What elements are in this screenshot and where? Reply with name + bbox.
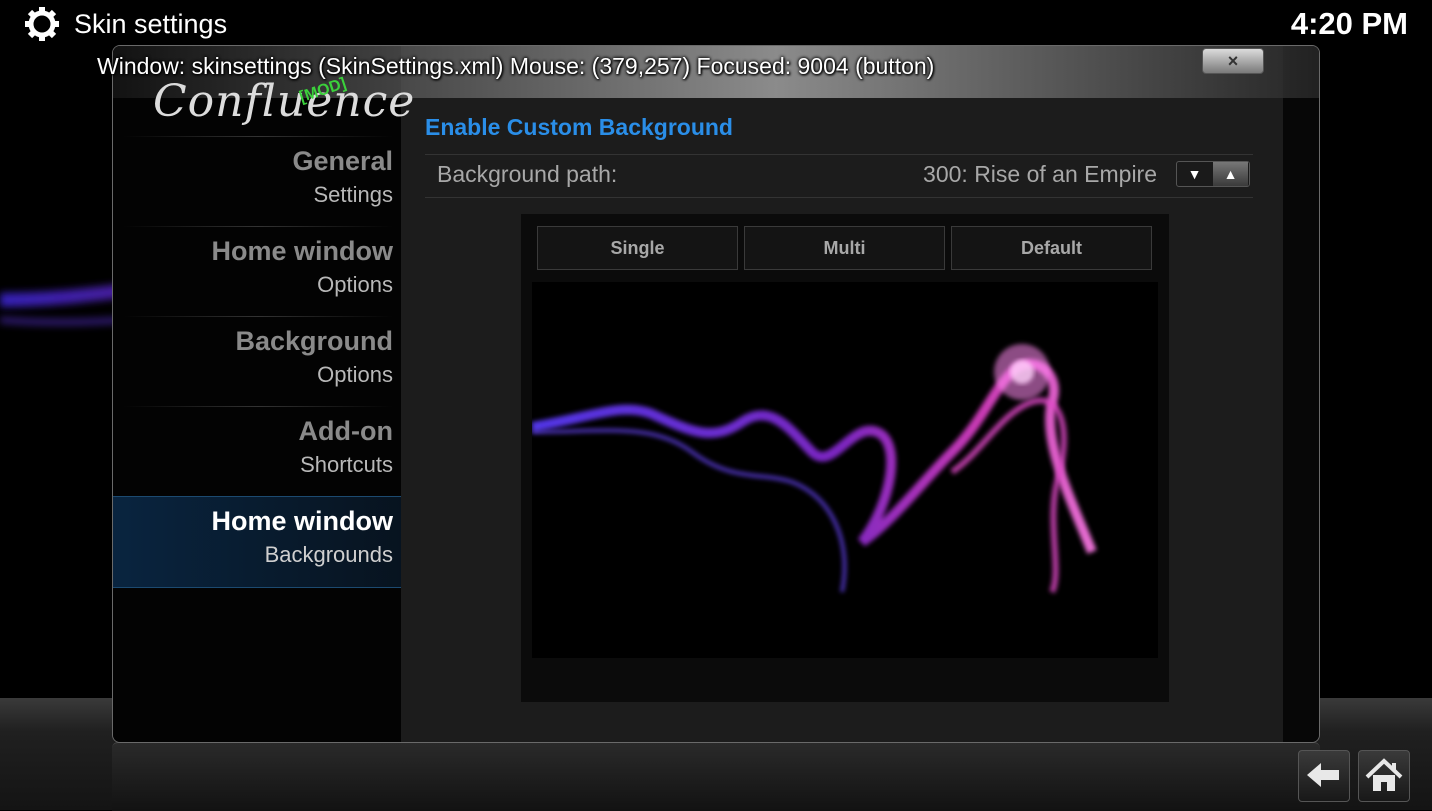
right-strip	[1283, 46, 1319, 742]
spin-up-icon[interactable]: ▲	[1213, 162, 1248, 186]
category-title: General	[292, 146, 393, 176]
header-title: Skin settings	[74, 9, 228, 39]
background-preview-image	[532, 282, 1158, 658]
category-subtitle: Backgrounds	[264, 542, 393, 567]
single-button[interactable]: Single	[537, 226, 738, 270]
category-subtitle: Options	[317, 272, 393, 297]
bottom-bar	[112, 742, 1320, 811]
category-title: Add-on	[298, 416, 393, 446]
background-path-spinner: ▼ ▲	[1176, 161, 1250, 187]
category-title: Home window	[211, 236, 394, 266]
debug-overlay-text: Window: skinsettings (SkinSettings.xml) …	[97, 53, 935, 79]
background-path-value: 300: Rise of an Empire	[923, 161, 1157, 187]
category-subtitle: Settings	[313, 182, 394, 207]
category-general-settings[interactable]: General Settings	[113, 136, 393, 226]
category-title: Background	[235, 326, 393, 356]
home-icon	[1365, 758, 1403, 791]
close-button[interactable]: ×	[1202, 48, 1264, 74]
enable-custom-background-toggle[interactable]: Enable Custom Background	[425, 114, 733, 141]
background-path-row[interactable]: Background path: 300: Rise of an Empire	[425, 154, 1253, 198]
category-subtitle: Shortcuts	[300, 452, 393, 477]
skin-settings-dialog: Confluence [MOD] General Settings Home w…	[112, 45, 1320, 743]
clock: 4:20 PM	[1290, 6, 1408, 41]
category-subtitle: Options	[317, 362, 393, 387]
confluence-logo: Confluence	[153, 76, 416, 127]
gear-icon	[25, 7, 59, 41]
spin-down-icon[interactable]: ▼	[1177, 162, 1212, 186]
default-button[interactable]: Default	[951, 226, 1152, 270]
category-home-window-backgrounds[interactable]: Home window Backgrounds	[113, 496, 394, 586]
background-path-label: Background path:	[437, 161, 618, 187]
back-arrow-icon	[1307, 763, 1339, 787]
category-home-window-options[interactable]: Home window Options	[113, 226, 394, 316]
back-button[interactable]	[1298, 750, 1350, 802]
category-background-options[interactable]: Background Options	[113, 316, 393, 406]
multi-button[interactable]: Multi	[744, 226, 945, 270]
category-title: Home window	[211, 506, 394, 536]
home-button[interactable]	[1358, 750, 1410, 802]
background-preview-panel: Single Multi Default	[521, 214, 1169, 702]
category-addon-shortcuts[interactable]: Add-on Shortcuts	[113, 406, 393, 496]
